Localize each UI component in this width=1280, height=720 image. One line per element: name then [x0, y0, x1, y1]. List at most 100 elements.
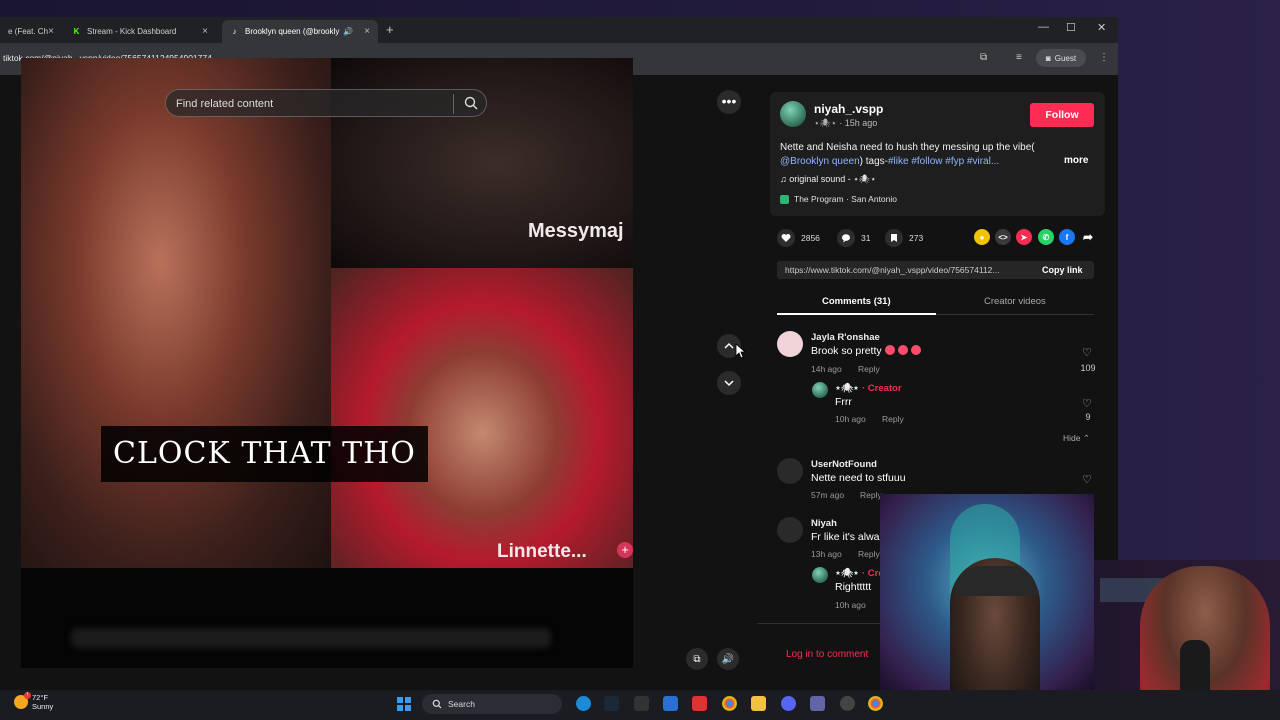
comment-time: 13h ago	[811, 549, 842, 559]
author-username[interactable]: niyah_.vspp	[814, 102, 883, 116]
share-arrow-icon[interactable]: ➦	[1080, 229, 1096, 245]
profile-button[interactable]: ◙ Guest	[1036, 49, 1086, 67]
embed-icon[interactable]: <>	[995, 229, 1011, 245]
floating-player-icon[interactable]: ⧉	[686, 648, 708, 670]
heart-eyes-emoji-icon	[884, 345, 895, 355]
video-player[interactable]: CLOCK THAT THO Messymaj Linnette... +	[21, 58, 633, 668]
comment-like-icon[interactable]: ♡	[1082, 397, 1092, 410]
comment-author[interactable]: ⋆🕷⋆ · Creator	[835, 383, 902, 394]
comment-text: Righttttt	[835, 581, 872, 593]
comment-time: 10h ago	[835, 414, 866, 424]
chrome-icon[interactable]	[722, 696, 737, 711]
mention-link[interactable]: @Brooklyn queen	[780, 156, 860, 167]
chrome-icon[interactable]	[868, 696, 883, 711]
related-search-input[interactable]: Find related content	[165, 89, 487, 117]
location-label: The Program · San Antonio	[794, 194, 898, 204]
app-icon[interactable]	[840, 696, 855, 711]
like-button[interactable]: 2856	[777, 229, 820, 247]
tab-label: Stream - Kick Dashboard	[87, 27, 177, 36]
comment-like-count: 109	[1080, 363, 1096, 373]
tab-tiktok[interactable]: ♪ Brooklyn queen (@brookly 🔊 ×	[222, 20, 378, 43]
edge-icon[interactable]	[576, 696, 591, 711]
tiktok-icon: ♪	[232, 27, 237, 36]
close-icon[interactable]: ×	[48, 26, 54, 37]
avatar[interactable]	[780, 101, 806, 127]
reply-button[interactable]: Reply	[860, 490, 882, 500]
kick-icon: K	[73, 27, 80, 36]
hashtag-links[interactable]: #like #follow #fyp #viral...	[888, 156, 999, 167]
heart-eyes-emoji-icon	[910, 345, 921, 355]
speaker-icon[interactable]: 🔊	[343, 27, 353, 36]
post-description: Nette and Neisha need to hush they messi…	[780, 141, 1070, 169]
more-link[interactable]: more	[1064, 155, 1088, 166]
taskbar-search-label: Search	[448, 699, 475, 709]
volume-icon[interactable]: 🔊	[717, 648, 739, 670]
avatar[interactable]	[812, 567, 828, 583]
tab-label: e (Feat. Ch	[8, 27, 49, 36]
steam-icon[interactable]	[604, 696, 619, 711]
install-app-icon[interactable]: ⧉	[980, 52, 987, 63]
login-to-comment-link[interactable]: Log in to comment	[786, 649, 868, 660]
minimize-icon[interactable]: —	[1038, 21, 1049, 33]
weather-widget[interactable]: ! 72°F Sunny	[14, 692, 53, 711]
app-icon[interactable]	[692, 696, 707, 711]
close-icon[interactable]: ×	[202, 26, 208, 37]
comment-author[interactable]: UserNotFound	[811, 459, 877, 470]
video-frame-woman	[21, 58, 331, 568]
profile-label: Guest	[1054, 53, 1077, 63]
sound-link[interactable]: ♫ original sound - ⋆🕷⋆	[780, 174, 876, 185]
next-video-button[interactable]	[717, 371, 741, 395]
hide-replies-button[interactable]: Hide ⌃	[1063, 433, 1090, 444]
taskbar-search[interactable]: Search	[422, 694, 562, 714]
more-options-icon[interactable]: •••	[717, 90, 741, 114]
facebook-icon[interactable]: f	[1059, 229, 1075, 245]
avatar[interactable]	[777, 331, 803, 357]
discord-icon[interactable]	[781, 696, 796, 711]
comment-like-icon[interactable]: ♡	[1082, 473, 1092, 486]
video-caption-overlay: CLOCK THAT THO	[101, 426, 428, 482]
sun-icon: !	[14, 692, 31, 709]
profile-icon: ◙	[1045, 53, 1051, 63]
new-tab-button[interactable]: +	[386, 22, 394, 37]
tab-music[interactable]: e (Feat. Ch ×	[0, 20, 62, 43]
comment-count: 31	[861, 233, 871, 243]
follow-button[interactable]: Follow	[1030, 103, 1094, 127]
app-icon[interactable]	[634, 696, 649, 711]
teams-icon[interactable]	[810, 696, 825, 711]
reply-button[interactable]: Reply	[858, 549, 880, 559]
location-link[interactable]: The Program · San Antonio	[780, 194, 897, 204]
comment-like-count: 9	[1085, 412, 1091, 422]
comment-author[interactable]: Jayla R'onshae	[811, 332, 880, 343]
avatar[interactable]	[777, 458, 803, 484]
file-explorer-icon[interactable]	[751, 696, 766, 711]
close-window-icon[interactable]: ✕	[1097, 21, 1106, 34]
tab-comments[interactable]: Comments (31)	[822, 296, 891, 307]
app-icon[interactable]	[663, 696, 678, 711]
reply-button[interactable]: Reply	[858, 364, 880, 374]
comment-text: Brook so pretty	[811, 345, 921, 357]
save-button[interactable]: 273	[885, 229, 923, 247]
maximize-icon[interactable]: ☐	[1066, 21, 1076, 34]
close-icon[interactable]: ×	[364, 26, 370, 37]
comment-author[interactable]: Niyah	[811, 518, 837, 529]
avatar[interactable]	[812, 382, 828, 398]
search-icon[interactable]	[463, 95, 479, 111]
comment-button[interactable]: 31	[837, 229, 870, 247]
media-control-icon[interactable]: ≡	[1016, 52, 1022, 63]
reply-button[interactable]: Reply	[882, 414, 904, 424]
windows-start-icon[interactable]	[397, 697, 411, 711]
like-count: 2856	[801, 233, 820, 243]
send-icon[interactable]: ➤	[1016, 229, 1032, 245]
comment-like-icon[interactable]: ♡	[1082, 346, 1092, 359]
tab-creator-videos[interactable]: Creator videos	[984, 296, 1046, 307]
whatsapp-icon[interactable]: ✆	[1038, 229, 1054, 245]
search-placeholder: Find related content	[176, 98, 274, 110]
copy-link-button[interactable]: Copy link	[1042, 265, 1083, 275]
share-link[interactable]: https://www.tiktok.com/@niyah_.vspp/vide…	[785, 265, 1030, 275]
comment-text: Nette need to stfuuu	[811, 472, 906, 484]
tab-kick-dashboard[interactable]: K Stream - Kick Dashboard ×	[64, 20, 216, 43]
menu-kebab-icon[interactable]: ⋮	[1099, 52, 1109, 63]
comment-time: 10h ago	[835, 600, 866, 610]
coin-icon[interactable]: ●	[974, 229, 990, 245]
avatar[interactable]	[777, 517, 803, 543]
